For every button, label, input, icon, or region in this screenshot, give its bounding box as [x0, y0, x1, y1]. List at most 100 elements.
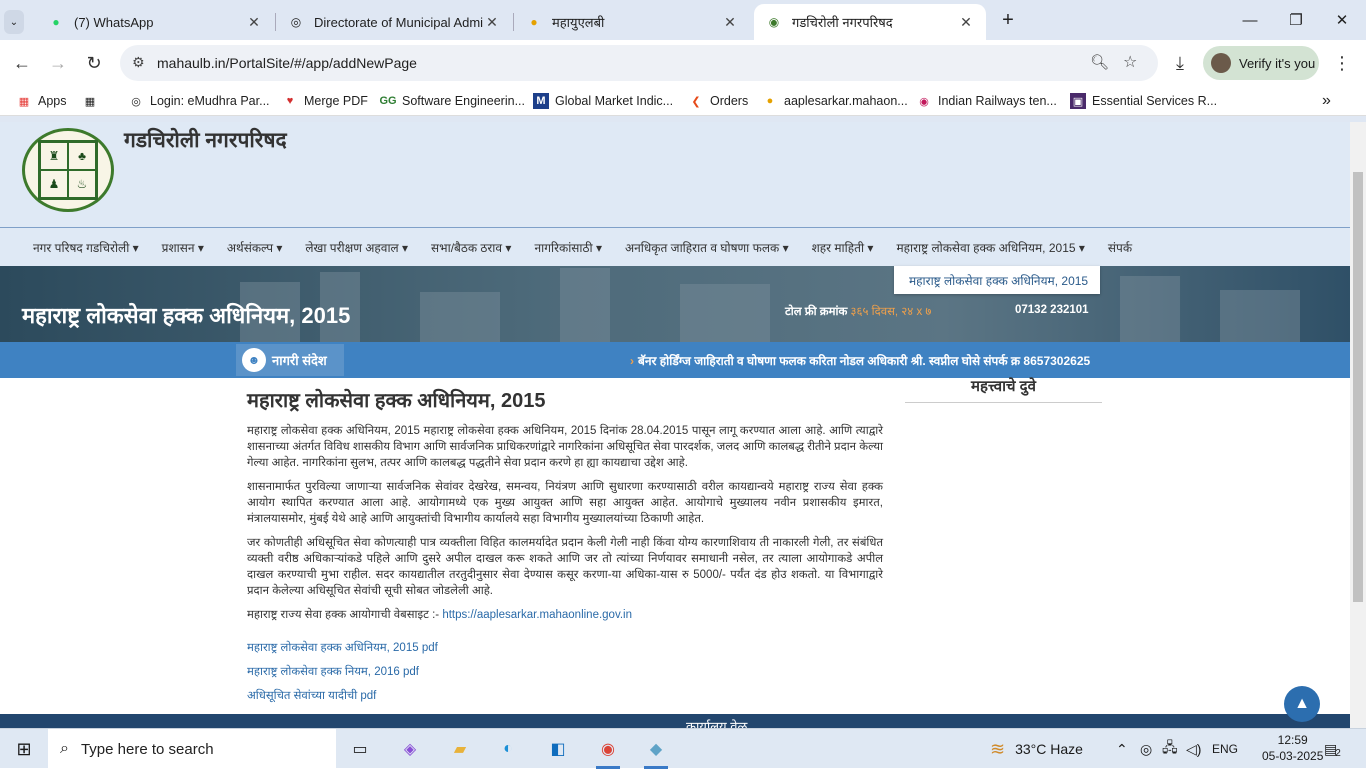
chrome-button[interactable]: ◉: [588, 733, 628, 769]
taskbar-clock[interactable]: 12:59 05-03-2025: [1262, 732, 1323, 764]
menu-button[interactable]: ⋮: [1328, 49, 1356, 77]
zoom-icon[interactable]: 🔍︎: [1090, 53, 1109, 71]
chevron-down-icon: ⌄: [4, 10, 24, 34]
speaker-icon: ◁): [1186, 740, 1202, 757]
globe-icon: ◎: [131, 95, 141, 108]
tab-title: Directorate of Municipal Admin: [314, 14, 484, 30]
copilot-icon: ◈: [403, 741, 417, 758]
network-button[interactable]: 🖧︎: [1162, 729, 1178, 769]
tab-gadchiroli-active[interactable]: ◉ गडचिरोली नगरपरिषद ✕: [754, 4, 986, 40]
nav-label: संपर्क: [1107, 240, 1133, 255]
pdf-link[interactable]: महाराष्ट्र लोकसेवा हक्क नियम, 2016 pdf: [247, 664, 438, 688]
bookmark-label: Essential Services R...: [1092, 94, 1218, 108]
site-icon: ◉: [768, 15, 780, 29]
nav-item[interactable]: सभा/बैठक ठराव ▾: [431, 239, 511, 256]
site-footer: कार्यालय वेळ: [0, 714, 1350, 728]
new-tab-button[interactable]: +: [988, 6, 1028, 34]
forward-button[interactable]: →: [44, 49, 72, 77]
scroll-to-top-button[interactable]: ▲: [1284, 686, 1320, 722]
close-window-button[interactable]: ✕: [1322, 6, 1362, 34]
tray-overflow-button[interactable]: ⌃: [1116, 729, 1128, 769]
bookmark-merge-pdf[interactable]: ♥ Merge PDF: [282, 92, 368, 110]
minimize-button[interactable]: —: [1230, 6, 1270, 34]
task-view-button[interactable]: ▭: [340, 733, 380, 765]
chevron-right-icon: »: [1322, 92, 1331, 109]
tray-icon[interactable]: ◎: [1140, 729, 1152, 769]
plus-icon: +: [1002, 8, 1014, 31]
weather-text: 33°C Haze: [1015, 741, 1083, 757]
bookmark-essential-services[interactable]: ▣ Essential Services R...: [1070, 92, 1217, 110]
pdf-link[interactable]: महाराष्ट्र लोकसेवा हक्क अधिनियम, 2015 pd…: [247, 640, 438, 664]
phone-number: 07132 232101: [1015, 304, 1089, 316]
tab-title: महायुएलबी: [552, 15, 605, 30]
tab-directorate[interactable]: ◎ Directorate of Municipal Admin ✕: [276, 4, 512, 40]
edge-button[interactable]: ◐: [488, 733, 528, 765]
bookmark-orders[interactable]: ❮ Orders: [688, 92, 748, 110]
start-button[interactable]: ⊞: [0, 729, 48, 769]
banner-skyline: [420, 292, 500, 342]
weather-widget[interactable]: ≋ 33°C Haze: [990, 729, 1083, 769]
reload-button[interactable]: ↻: [80, 49, 108, 77]
municipal-logo[interactable]: ♜ ♣ ♟ ♨: [22, 128, 114, 212]
copilot-button[interactable]: ◈: [390, 733, 430, 765]
verify-profile-button[interactable]: Verify it's you: [1203, 46, 1319, 80]
notice-marquee[interactable]: › बॅनर होर्डिंग्ज जाहिराती व घोषणा फलक कर…: [630, 352, 1090, 369]
nav-item[interactable]: महाराष्ट्र लोकसेवा हक्क अधिनियम, 2015 ▾: [896, 239, 1084, 256]
bookmark-emudhra[interactable]: ◎ Login: eMudhra Par...: [128, 92, 269, 110]
address-bar[interactable]: ⚙ mahaulb.in/PortalSite/#/app/addNewPage…: [120, 45, 1158, 81]
downloads-button[interactable]: ⤓: [1166, 49, 1194, 77]
nav-item[interactable]: नगर परिषद गडचिरोली ▾: [33, 239, 139, 256]
nav-item[interactable]: शहर माहिती ▾: [812, 239, 874, 256]
nav-item[interactable]: अर्थसंकल्प ▾: [227, 239, 283, 256]
page-scrollbar[interactable]: [1350, 122, 1366, 728]
bookmark-apps[interactable]: ▦ Apps: [16, 92, 67, 110]
restore-button[interactable]: ❐: [1276, 6, 1316, 34]
scrollbar-thumb[interactable]: [1353, 172, 1363, 602]
site-icon: ●: [766, 95, 774, 107]
star-icon[interactable]: ☆: [1123, 52, 1137, 72]
nav-item[interactable]: अनधिकृत जाहिरात व घोषणा फलक ▾: [625, 239, 789, 256]
bookmark-aaplesarkar[interactable]: ● aaplesarkar.mahaon...: [762, 92, 908, 110]
pdf-link[interactable]: अधिसूचित सेवांच्या यादीची pdf: [247, 688, 438, 712]
nav-item[interactable]: संपर्क: [1108, 239, 1132, 256]
tab-search-button[interactable]: ⌄: [4, 4, 24, 40]
bookmark-label: Indian Railways ten...: [938, 94, 1057, 108]
bookmark-software-engineering[interactable]: GG Software Engineerin...: [379, 92, 525, 110]
bookmark-label: Merge PDF: [304, 94, 368, 108]
arrow-right-icon: →: [49, 52, 67, 73]
tab-whatsapp[interactable]: ● (7) WhatsApp ✕: [36, 4, 274, 40]
taskbar-search[interactable]: ⌕ Type here to search: [48, 729, 336, 769]
close-icon[interactable]: ✕: [484, 14, 500, 31]
nav-item[interactable]: नागरिकांसाठी ▾: [534, 239, 602, 256]
nav-label: महाराष्ट्र लोकसेवा हक्क अधिनियम, 2015: [896, 240, 1076, 255]
site-info-icon[interactable]: ⚙: [132, 54, 145, 71]
close-icon[interactable]: ✕: [722, 14, 738, 31]
language-indicator[interactable]: ENG: [1212, 729, 1238, 769]
bookmark-grid[interactable]: ▦: [82, 92, 104, 110]
nav-item[interactable]: प्रशासन ▾: [162, 239, 204, 256]
notifications-button[interactable]: ▤ 2: [1324, 729, 1341, 769]
file-explorer-button[interactable]: ▰: [440, 733, 480, 765]
more-bookmarks-button[interactable]: »: [1322, 92, 1331, 110]
bookmark-indian-railways[interactable]: ◉ Indian Railways ten...: [916, 92, 1057, 110]
toll-hours: ३६५ दिवस, २४ x ७: [850, 306, 932, 318]
back-button[interactable]: ←: [8, 49, 36, 77]
site-icon: M: [533, 93, 549, 109]
close-icon[interactable]: ✕: [958, 14, 974, 31]
volume-button[interactable]: ◁): [1186, 729, 1201, 769]
notice-bar: ☻ नागरी संदेश › बॅनर होर्डिंग्ज जाहिराती …: [0, 342, 1350, 378]
close-icon[interactable]: ✕: [246, 14, 262, 31]
nav-dropdown-item[interactable]: महाराष्ट्र लोकसेवा हक्क अधिनियम, 2015: [894, 266, 1100, 294]
banner-skyline: [560, 268, 610, 342]
nav-item[interactable]: लेखा परीक्षण अहवाल ▾: [305, 239, 408, 256]
verify-label: Verify it's you: [1239, 55, 1316, 71]
bookmark-global-market[interactable]: M Global Market Indic...: [533, 92, 673, 110]
app-button[interactable]: ◆: [636, 733, 676, 769]
outlook-button[interactable]: ◧: [538, 733, 578, 765]
url-text[interactable]: mahaulb.in/PortalSite/#/app/addNewPage: [157, 55, 417, 71]
windows-icon: ⊞: [16, 738, 32, 759]
paragraph: महाराष्ट्र लोकसेवा हक्क अधिनियम, 2015 मह…: [247, 425, 883, 469]
toll-free-info: टोल फ्री क्रमांक ३६५ दिवस, २४ x ७: [785, 304, 931, 319]
tab-mahaulb[interactable]: ● महायुएलबी ✕: [514, 4, 750, 40]
website-link[interactable]: https://aaplesarkar.mahaonline.gov.in: [442, 609, 632, 621]
